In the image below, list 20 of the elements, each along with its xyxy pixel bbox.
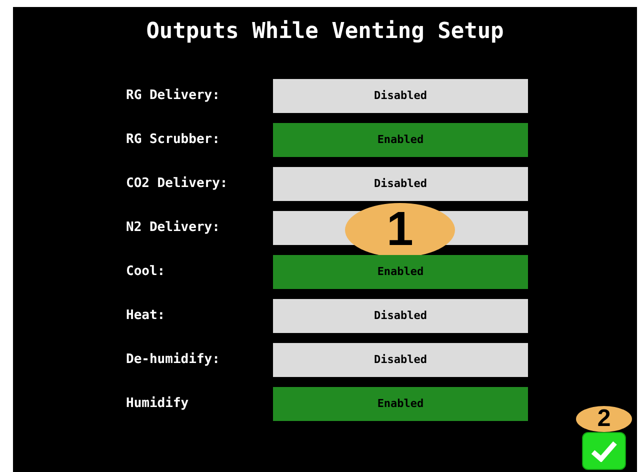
screen-title: Outputs While Venting Setup [146, 19, 504, 45]
toggle-button[interactable]: Disabled [273, 167, 528, 201]
toggle-button[interactable]: Enabled [273, 387, 528, 421]
setting-label: N2 Delivery: [126, 219, 221, 238]
toggle-button[interactable]: Enabled [273, 123, 528, 157]
setting-label: Cool: [126, 263, 166, 282]
setting-label: Heat: [126, 307, 166, 326]
callout-tooltip: 1 [345, 203, 455, 257]
setting-label: Humidify [126, 395, 190, 414]
setting-label: De-humidify: [126, 351, 221, 370]
toggle-button[interactable]: Enabled [273, 255, 528, 289]
setting-label: RG Scrubber: [126, 131, 221, 150]
confirm-button[interactable] [582, 432, 626, 470]
toggle-button[interactable]: Disabled [273, 299, 528, 333]
setting-label: CO2 Delivery: [126, 175, 229, 194]
checkmark-icon [591, 440, 617, 462]
callout-badge: 2 [576, 406, 632, 432]
toggle-button[interactable]: Disabled [273, 79, 528, 113]
setting-label: RG Delivery: [126, 87, 221, 106]
toggle-button[interactable]: Disabled [273, 343, 528, 377]
